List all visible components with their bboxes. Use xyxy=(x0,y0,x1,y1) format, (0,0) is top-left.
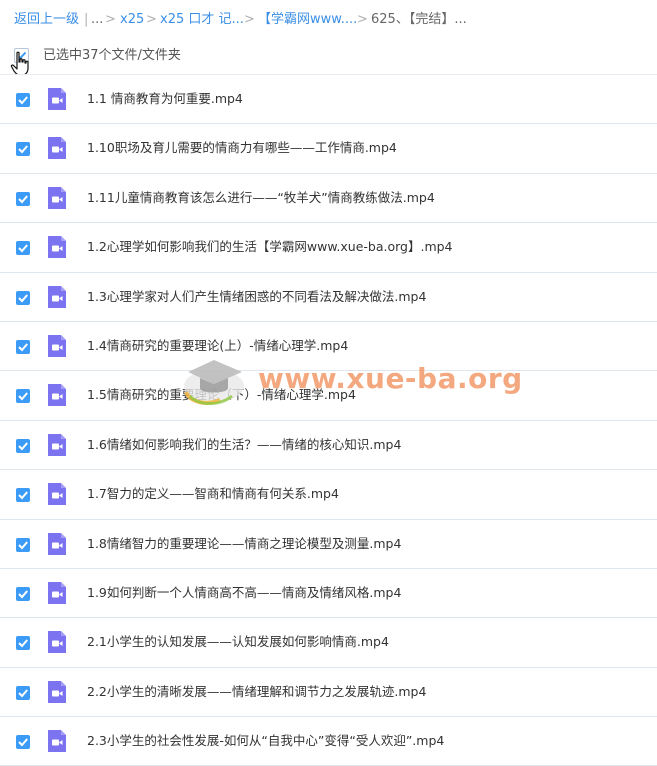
video-file-icon[interactable] xyxy=(45,581,69,605)
file-checkbox[interactable] xyxy=(16,735,30,750)
video-file-icon[interactable] xyxy=(45,87,69,111)
file-name[interactable]: 1.11儿童情商教育该怎么进行——“牧羊犬”情商教练做法.mp4 xyxy=(87,174,435,222)
breadcrumb-ellipsis[interactable]: ... xyxy=(91,0,103,40)
file-name[interactable]: 1.10职场及育儿需要的情商力有哪些——工作情商.mp4 xyxy=(87,124,397,172)
checkmark-icon xyxy=(18,689,28,698)
checkmark-icon xyxy=(18,639,28,648)
checkmark-icon xyxy=(18,491,28,500)
file-checkbox[interactable] xyxy=(16,438,30,453)
video-file-icon[interactable] xyxy=(45,334,69,358)
file-checkbox[interactable] xyxy=(16,389,30,404)
video-file-icon[interactable] xyxy=(45,433,69,457)
breadcrumb-separator: > xyxy=(357,12,368,27)
breadcrumb-separator: > xyxy=(244,12,255,27)
video-file-icon[interactable] xyxy=(45,285,69,309)
checkmark-icon xyxy=(18,540,28,549)
video-file-icon[interactable] xyxy=(45,482,69,506)
checkmark-icon xyxy=(18,195,28,204)
video-file-icon[interactable] xyxy=(45,383,69,407)
video-file-icon[interactable] xyxy=(45,680,69,704)
file-name[interactable]: 1.9如何判断一个人情商高不高——情商及情绪风格.mp4 xyxy=(87,569,401,617)
file-checkbox[interactable] xyxy=(16,191,30,206)
file-checkbox[interactable] xyxy=(16,142,30,157)
checkmark-icon xyxy=(18,442,28,451)
back-link[interactable]: 返回上一级 xyxy=(14,0,79,40)
file-checkbox[interactable] xyxy=(16,290,30,305)
file-row[interactable]: 1.2心理学如何影响我们的生活【学霸网www.xue-ba.org】.mp4 xyxy=(0,223,657,273)
checkmark-icon xyxy=(18,244,28,253)
checkmark-icon xyxy=(18,392,28,401)
checkmark-icon xyxy=(18,738,28,747)
breadcrumb-separator: > xyxy=(146,12,157,27)
file-list: 1.1 情商教育为何重要.mp4 1.10职场及育儿需要的情商力有哪些——工作情商… xyxy=(0,74,657,766)
breadcrumb-item-x25[interactable]: x25 xyxy=(120,0,144,40)
selection-count-label: 已选中37个文件/文件夹 xyxy=(43,48,181,63)
file-checkbox[interactable] xyxy=(16,93,30,107)
video-file-icon[interactable] xyxy=(45,136,69,160)
file-row[interactable]: 1.1 情商教育为何重要.mp4 xyxy=(0,74,657,125)
breadcrumb-separator: | xyxy=(84,12,89,27)
file-checkbox[interactable] xyxy=(16,685,30,700)
video-file-icon[interactable] xyxy=(45,630,69,654)
breadcrumb-item-x25-kou-cai[interactable]: x25 口才 记... xyxy=(160,0,244,40)
checkmark-icon xyxy=(18,343,28,352)
file-checkbox[interactable] xyxy=(16,636,30,651)
file-row[interactable]: 1.4情商研究的重要理论(上）-情绪心理学.mp4 xyxy=(0,321,657,372)
video-file-icon[interactable] xyxy=(45,729,69,753)
breadcrumb-separator: > xyxy=(105,12,116,27)
file-checkbox[interactable] xyxy=(16,339,30,354)
file-row[interactable]: 1.8情绪智力的重要理论——情商之理论模型及测量.mp4 xyxy=(0,519,657,569)
file-name[interactable]: 1.4情商研究的重要理论(上）-情绪心理学.mp4 xyxy=(87,322,348,370)
breadcrumb-current: 625、【完结】... xyxy=(371,12,467,27)
file-name[interactable]: 1.5情商研究的重要理论（下）-情绪心理学.mp4 xyxy=(87,371,356,419)
file-row[interactable]: 2.2小学生的清晰发展——情绪理解和调节力之发展轨迹.mp4 xyxy=(0,667,657,718)
video-file-icon[interactable] xyxy=(45,235,69,259)
checkmark-icon xyxy=(18,145,28,154)
video-file-icon[interactable] xyxy=(45,186,69,210)
breadcrumb: 返回上一级 | ... > x25 > x25 口才 记... > 【学霸网ww… xyxy=(0,0,657,40)
file-row[interactable]: 2.3小学生的社会性发展-如何从“自我中心”变得“受人欢迎”.mp4 xyxy=(0,717,657,766)
file-row[interactable]: 1.5情商研究的重要理论（下）-情绪心理学.mp4 xyxy=(0,371,657,421)
file-row[interactable]: 1.3心理学家对人们产生情绪困惑的不同看法及解决做法.mp4 xyxy=(0,272,657,322)
file-name[interactable]: 2.1小学生的认知发展——认知发展如何影响情商.mp4 xyxy=(87,618,389,666)
checkmark-icon xyxy=(18,96,28,105)
checkmark-icon xyxy=(18,590,28,599)
checkmark-icon xyxy=(18,293,28,303)
file-name[interactable]: 1.3心理学家对人们产生情绪困惑的不同看法及解决做法.mp4 xyxy=(87,273,426,321)
file-row[interactable]: 1.6情绪如何影响我们的生活？——情绪的核心知识.mp4 xyxy=(0,420,657,471)
file-checkbox[interactable] xyxy=(16,586,30,601)
file-checkbox[interactable] xyxy=(16,537,30,552)
file-name[interactable]: 1.8情绪智力的重要理论——情商之理论模型及测量.mp4 xyxy=(87,520,401,568)
video-file-icon[interactable] xyxy=(45,532,69,556)
file-name[interactable]: 1.2心理学如何影响我们的生活【学霸网www.xue-ba.org】.mp4 xyxy=(87,223,453,271)
file-name[interactable]: 1.6情绪如何影响我们的生活？——情绪的核心知识.mp4 xyxy=(87,421,401,469)
file-row[interactable]: 2.1小学生的认知发展——认知发展如何影响情商.mp4 xyxy=(0,618,657,668)
file-name[interactable]: 1.7智力的定义——智商和情商有何关系.mp4 xyxy=(87,470,339,518)
file-row[interactable]: 1.11儿童情商教育该怎么进行——“牧羊犬”情商教练做法.mp4 xyxy=(0,173,657,224)
file-name[interactable]: 1.1 情商教育为何重要.mp4 xyxy=(87,75,243,123)
file-name[interactable]: 2.2小学生的清晰发展——情绪理解和调节力之发展轨迹.mp4 xyxy=(87,668,426,716)
file-row[interactable]: 1.9如何判断一个人情商高不高——情商及情绪风格.mp4 xyxy=(0,568,657,619)
file-row[interactable]: 1.7智力的定义——智商和情商有何关系.mp4 xyxy=(0,470,657,520)
file-checkbox[interactable] xyxy=(16,241,30,256)
breadcrumb-item-xueba[interactable]: 【学霸网www.... xyxy=(258,0,357,40)
selection-bar: 已选中37个文件/文件夹 xyxy=(0,40,657,76)
file-name[interactable]: 2.3小学生的社会性发展-如何从“自我中心”变得“受人欢迎”.mp4 xyxy=(87,717,444,765)
file-checkbox[interactable] xyxy=(16,488,30,503)
file-row[interactable]: 1.10职场及育儿需要的情商力有哪些——工作情商.mp4 xyxy=(0,124,657,174)
